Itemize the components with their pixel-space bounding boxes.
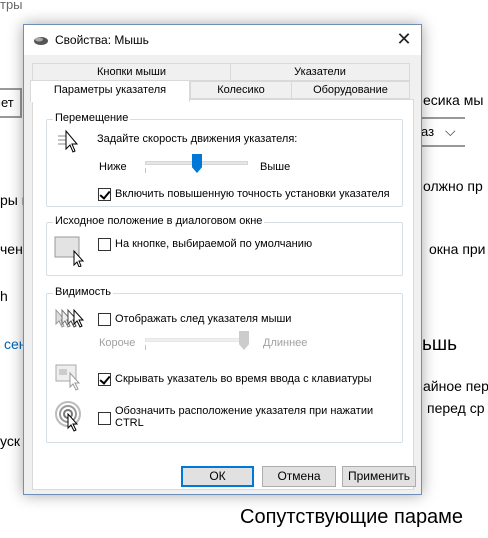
tab-panel: Перемещение Задайте скорость движения ук… — [32, 99, 414, 490]
pointer-trails-icon — [55, 308, 85, 328]
bg-fragment-ainoe: айное пер — [423, 378, 488, 394]
pointer-speed-icon — [58, 129, 79, 153]
bg-fragment-window: окна при — [429, 241, 486, 257]
hide-pointer-checkbox[interactable] — [98, 373, 111, 386]
ok-button[interactable]: ОК — [181, 466, 254, 487]
tab-wheel[interactable]: Колесико — [190, 81, 292, 99]
locate-pointer-label[interactable]: Обозначить расположение указателя при на… — [115, 405, 373, 417]
snap-to-group-title: Исходное положение в диалоговом окне — [53, 215, 265, 227]
trails-slider-track[interactable] — [145, 338, 248, 342]
speed-prompt: Задайте скорость движения указателя: — [97, 133, 298, 145]
dialog-client-area: Кнопки мыши Указатели Параметры указател… — [24, 55, 421, 494]
hide-pointer-icon — [55, 364, 81, 391]
speed-slow-label: Ниже — [99, 161, 127, 173]
bg-related-settings-heading: Сопутствующие параме — [240, 506, 464, 528]
trails-slider-ticks — [145, 345, 248, 350]
dialog-titlebar[interactable]: Свойства: Мышь ✕ — [24, 25, 421, 55]
close-button[interactable]: ✕ — [387, 25, 421, 54]
mouse-properties-dialog: Свойства: Мышь ✕ Кнопки мыши Указатели П… — [23, 24, 422, 495]
tab-hardware[interactable]: Оборудование — [291, 81, 410, 99]
visibility-group-title: Видимость — [53, 286, 113, 298]
locate-pointer-label-line2[interactable]: CTRL — [115, 417, 144, 429]
locate-pointer-icon — [55, 401, 81, 432]
precision-checkbox[interactable] — [98, 188, 111, 201]
bg-mouse-wheel-label: есика мы — [423, 92, 484, 108]
dialog-title: Свойства: Мышь — [55, 33, 149, 47]
precision-label[interactable]: Включить повышенную точность установки у… — [115, 188, 390, 200]
locate-pointer-checkbox[interactable] — [98, 412, 111, 425]
chevron-down-icon: ⌵ — [445, 123, 456, 139]
bg-fragment-h: h — [0, 288, 8, 304]
bg-left-input: мет — [0, 88, 22, 118]
bg-left-input-text: мет — [0, 95, 14, 110]
motion-group-title: Перемещение — [53, 112, 131, 124]
snap-to-group: Исходное положение в диалоговом окне На … — [46, 215, 403, 276]
apply-button[interactable]: Применить — [342, 466, 416, 487]
hide-pointer-label[interactable]: Скрывать указатель во время ввода с клав… — [115, 373, 372, 385]
tab-pointer-options[interactable]: Параметры указателя — [30, 80, 190, 102]
snap-to-label[interactable]: На кнопке, выбираемой по умолчанию — [115, 238, 312, 250]
speed-fast-label: Выше — [260, 161, 291, 173]
motion-group: Перемещение Задайте скорость движения ук… — [46, 112, 403, 207]
trails-short-label: Короче — [99, 337, 136, 349]
cancel-button[interactable]: Отмена — [262, 466, 336, 487]
snap-to-checkbox[interactable] — [98, 238, 111, 251]
tab-pointers[interactable]: Указатели — [230, 63, 410, 81]
bg-heading-mouse: ьшь — [422, 334, 458, 355]
pointer-trails-checkbox[interactable] — [98, 313, 111, 326]
bg-fragment-should: олжно пр — [423, 178, 483, 194]
close-icon: ✕ — [396, 29, 412, 49]
bg-fragment-left2: чен — [0, 241, 23, 257]
trails-long-label: Длиннее — [263, 337, 308, 349]
snap-to-icon — [54, 236, 85, 267]
tab-buttons[interactable]: Кнопки мыши — [32, 63, 231, 81]
bg-fragment-top: тры — [0, 0, 23, 12]
visibility-group: Видимость Отображать след указателя мыши… — [46, 286, 403, 443]
bg-fragment-before: перед ср — [427, 400, 485, 416]
bg-dropdown[interactable]: аз ⌵ — [415, 117, 465, 147]
pointer-trails-label[interactable]: Отображать след указателя мыши — [115, 313, 291, 325]
bg-fragment-usk: уск — [0, 433, 20, 449]
mouse-icon — [34, 37, 48, 45]
bg-dropdown-value: аз — [421, 124, 435, 139]
